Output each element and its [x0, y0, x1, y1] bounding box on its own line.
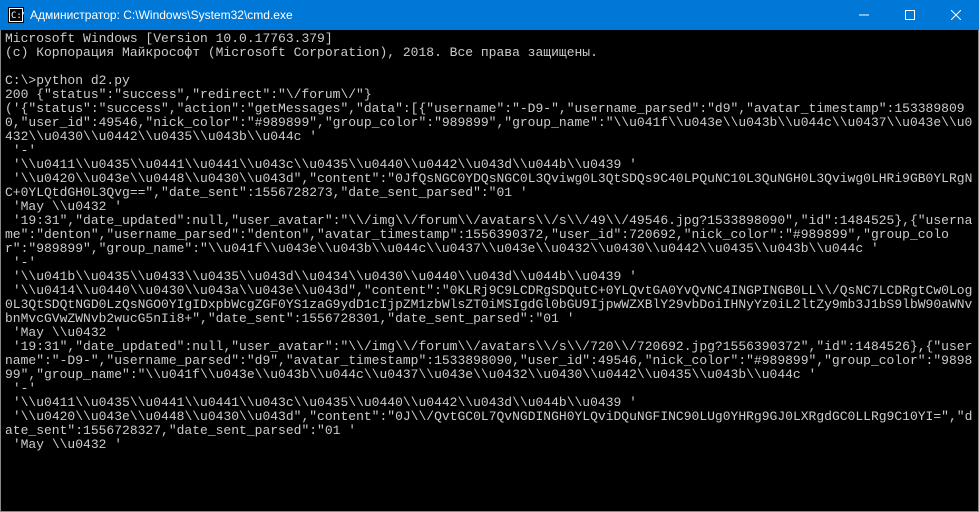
console-line: (c) Корпорация Майкрософт (Microsoft Cor…: [5, 45, 598, 60]
cmd-icon: C:\: [8, 7, 24, 23]
console-line: '-': [5, 143, 36, 158]
console-line: '19:31","date_updated":null,"user_avatar…: [5, 339, 972, 382]
minimize-button[interactable]: [841, 0, 887, 30]
maximize-button[interactable]: [887, 0, 933, 30]
console-line: 'May \\u0432 ': [5, 325, 122, 340]
console-line: '19:31","date_updated":null,"user_avatar…: [5, 213, 972, 256]
window-titlebar[interactable]: C:\ Администратор: C:\Windows\System32\c…: [0, 0, 979, 30]
console-line: 'May \\u0432 ': [5, 437, 122, 452]
console-line: '\\u0420\\u043e\\u0448\\u0430\\u043d","c…: [5, 171, 972, 200]
console-line: '\\u0411\\u0435\\u0441\\u0441\\u043c\\u0…: [5, 157, 637, 172]
window-title: Администратор: C:\Windows\System32\cmd.e…: [30, 8, 841, 22]
console-line: '\\u0414\\u0440\\u0430\\u043a\\u043e\\u0…: [5, 283, 972, 326]
console-output[interactable]: Microsoft Windows [Version 10.0.17763.37…: [0, 30, 979, 512]
console-line: '\\u0420\\u043e\\u0448\\u0430\\u043d","c…: [5, 409, 972, 438]
svg-text:C:\: C:\: [11, 11, 24, 21]
console-line: Microsoft Windows [Version 10.0.17763.37…: [5, 31, 333, 46]
console-line: 'May \\u0432 ': [5, 199, 122, 214]
console-line: '\\u041b\\u0435\\u0433\\u0435\\u043d\\u0…: [5, 269, 637, 284]
console-line: '-': [5, 381, 36, 396]
console-prompt-line: C:\>python d2.py: [5, 73, 130, 88]
close-button[interactable]: [933, 0, 979, 30]
console-line: ('{"status":"success","action":"getMessa…: [5, 101, 972, 144]
console-line: '\\u0411\\u0435\\u0441\\u0441\\u043c\\u0…: [5, 395, 637, 410]
window-controls: [841, 0, 979, 30]
console-line: 200 {"status":"success","redirect":"\/fo…: [5, 87, 372, 102]
console-line: '-': [5, 255, 36, 270]
